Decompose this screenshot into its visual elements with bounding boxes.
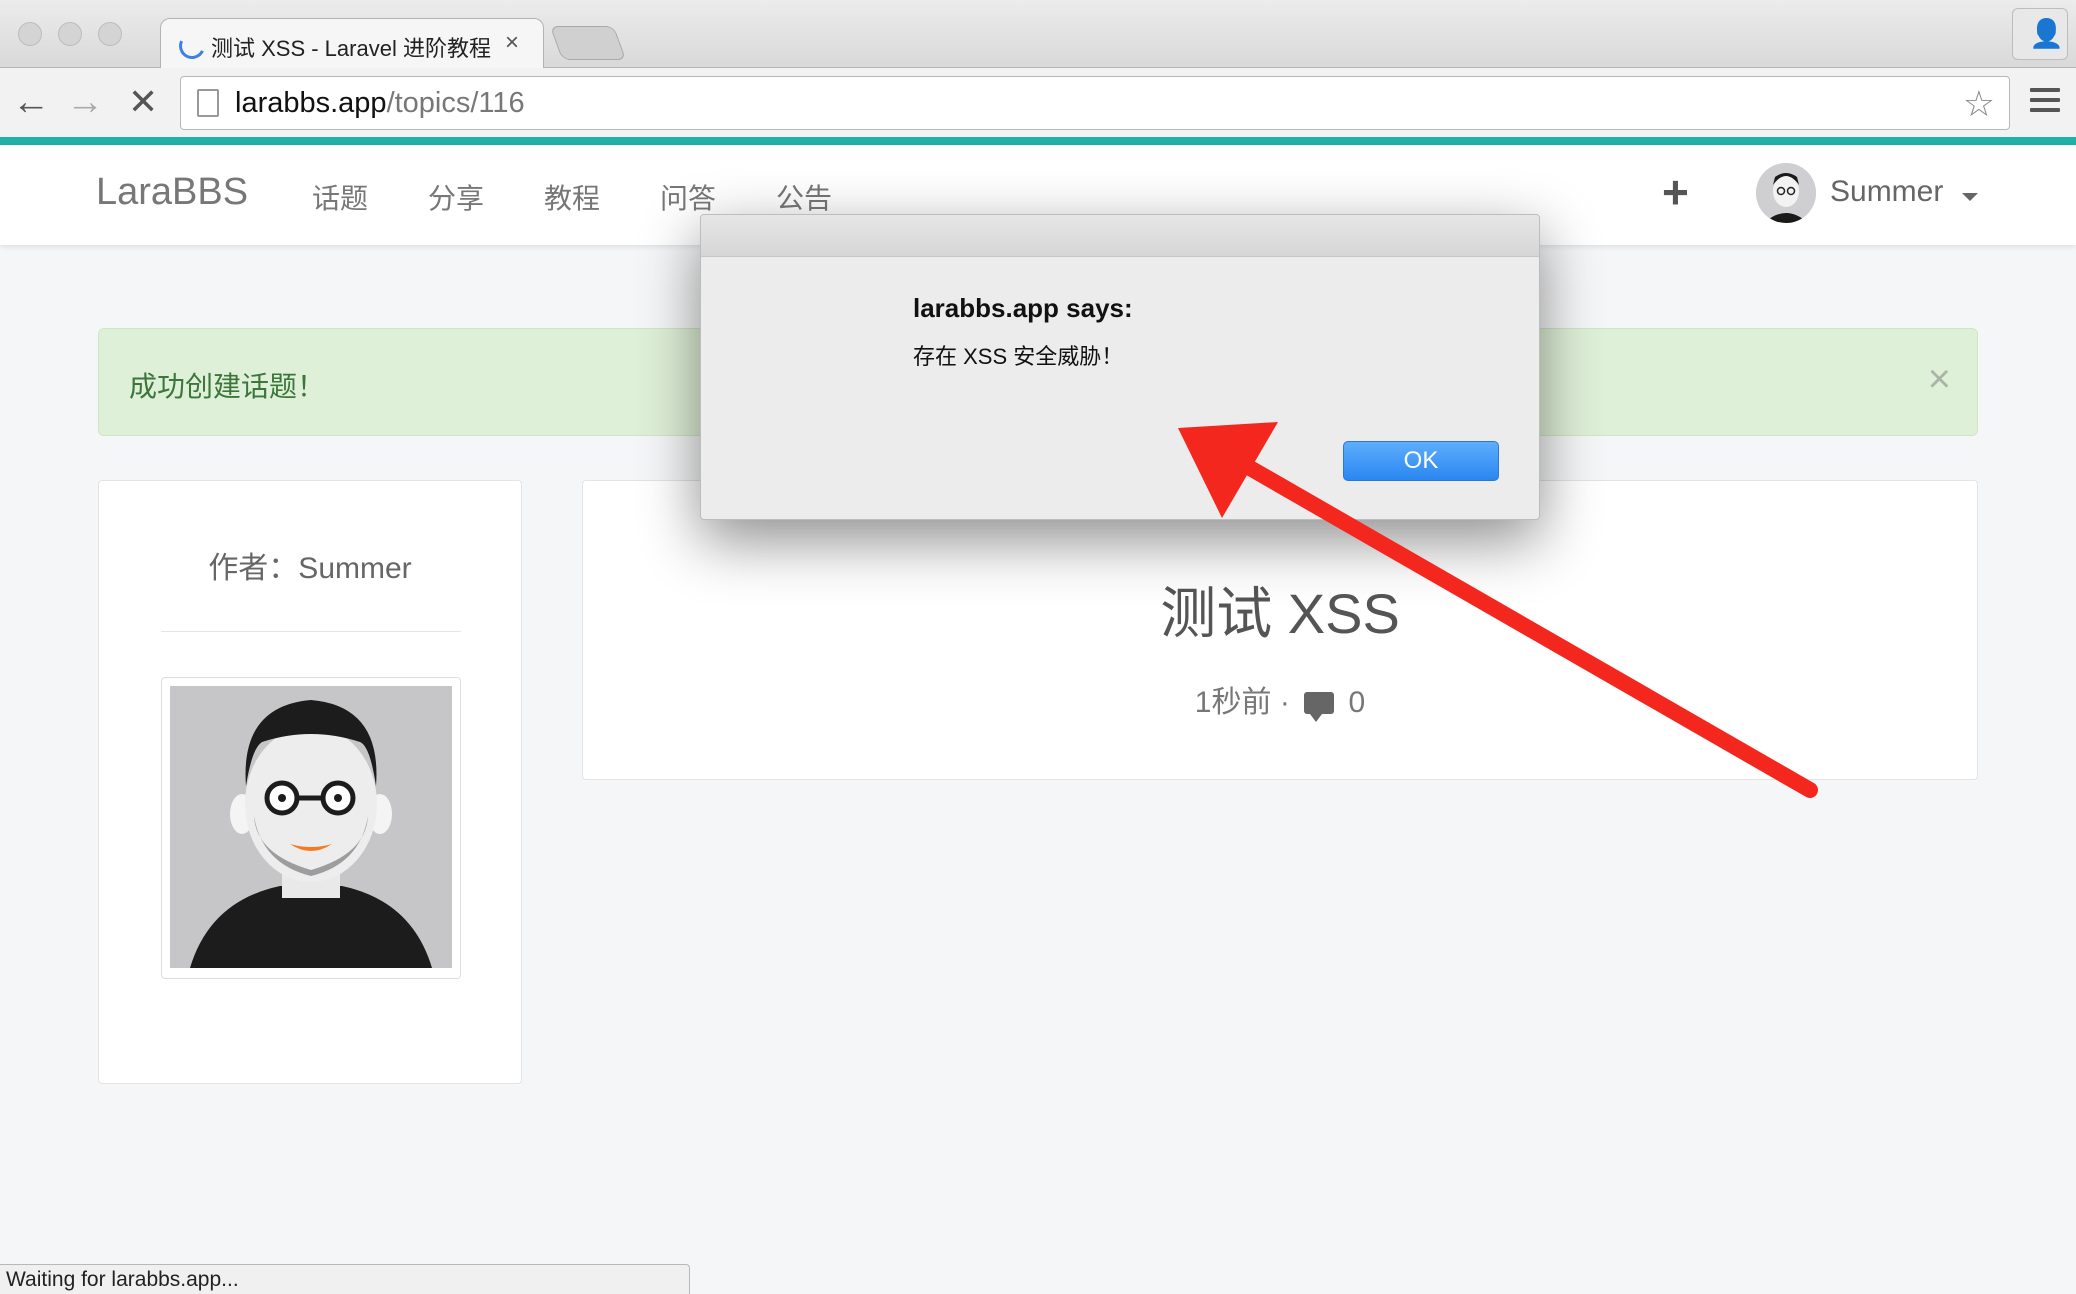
meta-separator: ·	[1279, 686, 1290, 719]
nav-link-topics[interactable]: 话题	[312, 177, 368, 217]
alert-message: 成功创建话题！	[129, 371, 326, 402]
window-close-button[interactable]	[18, 22, 42, 46]
url-text: larabbs.app/topics/116	[235, 87, 525, 119]
window-zoom-button[interactable]	[98, 22, 122, 46]
profile-icon: 👤	[2029, 18, 2064, 49]
caret-down-icon[interactable]	[1962, 193, 1978, 201]
accent-bar	[0, 137, 2076, 145]
author-avatar[interactable]	[161, 677, 461, 979]
nav-link-qa[interactable]: 问答	[660, 177, 716, 217]
loading-spinner-icon	[175, 29, 209, 63]
close-icon[interactable]: ×	[1928, 357, 1951, 402]
nav-link-tutorials[interactable]: 教程	[544, 177, 600, 217]
profile-button[interactable]: 👤	[2012, 8, 2068, 60]
comment-icon	[1304, 692, 1335, 722]
browser-tab-bar: 测试 XSS - Laravel 进阶教程 × 👤	[0, 0, 2076, 68]
divider	[161, 631, 461, 632]
topic-card: 测试 XSS 1秒前 · 0	[582, 480, 1978, 780]
back-arrow-icon[interactable]: ←	[12, 82, 50, 122]
forward-arrow-icon[interactable]: →	[66, 82, 104, 122]
avatar[interactable]	[1756, 163, 1816, 223]
nav-link-announcements[interactable]: 公告	[776, 177, 832, 217]
browser-tab[interactable]: 测试 XSS - Laravel 进阶教程 ×	[160, 18, 544, 68]
stop-icon[interactable]: ✕	[128, 82, 158, 122]
menu-icon[interactable]	[2030, 88, 2060, 118]
address-bar[interactable]: larabbs.app/topics/116 ☆	[180, 76, 2010, 130]
status-text: Waiting for larabbs.app...	[6, 1268, 239, 1291]
topic-title: 测试 XSS	[1160, 582, 1400, 645]
tab-title: 测试 XSS - Laravel 进阶教程	[211, 36, 491, 61]
new-tab-button[interactable]	[549, 26, 627, 60]
topic-time: 1秒前	[1194, 686, 1272, 719]
ok-button[interactable]: OK	[1343, 441, 1499, 481]
dialog-heading: larabbs.app says:	[913, 293, 1133, 323]
window-minimize-button[interactable]	[58, 22, 82, 46]
username[interactable]: Summer	[1830, 175, 1943, 209]
dialog-message: 存在 XSS 安全威胁！	[913, 344, 1124, 369]
brand-logo[interactable]: LaraBBS	[96, 171, 248, 214]
author-label: 作者：Summer	[208, 552, 412, 585]
tab-close-icon[interactable]: ×	[505, 29, 519, 57]
status-bar: Waiting for larabbs.app...	[0, 1264, 690, 1294]
plus-icon[interactable]: +	[1662, 165, 1689, 219]
page-icon	[197, 89, 219, 117]
star-icon[interactable]: ☆	[1963, 83, 1995, 125]
author-card: 作者：Summer	[98, 480, 522, 1084]
nav-link-share[interactable]: 分享	[428, 177, 484, 217]
reply-count: 0	[1348, 686, 1366, 719]
alert-dialog: larabbs.app says: 存在 XSS 安全威胁！ OK	[700, 214, 1540, 520]
browser-toolbar: ← → ✕ larabbs.app/topics/116 ☆	[0, 68, 2076, 142]
dialog-titlebar	[701, 215, 1539, 257]
topic-meta: 1秒前 · 0	[583, 677, 1977, 722]
